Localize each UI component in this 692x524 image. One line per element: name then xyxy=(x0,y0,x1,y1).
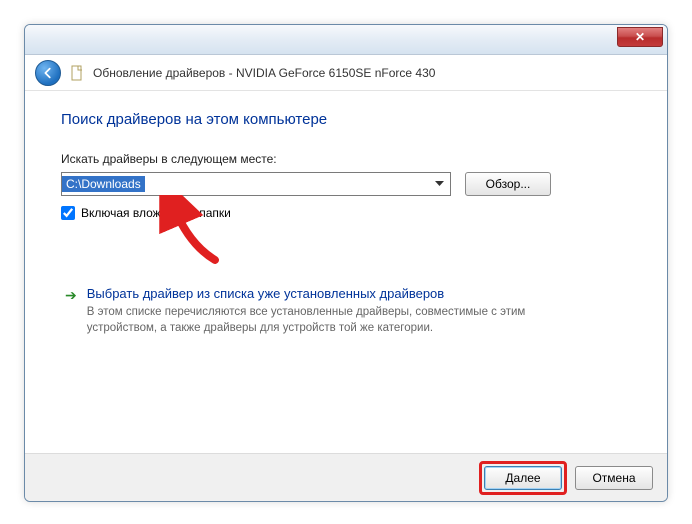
driver-update-window: ✕ Обновление драйверов - NVIDIA GeForce … xyxy=(24,24,668,502)
content-area: Поиск драйверов на этом компьютере Искат… xyxy=(25,91,667,453)
include-subfolders-row[interactable]: Включая вложенные папки xyxy=(61,206,631,220)
header-row: Обновление драйверов - NVIDIA GeForce 61… xyxy=(25,55,667,91)
pick-option-desc: В этом списке перечисляются все установл… xyxy=(87,304,577,336)
close-icon: ✕ xyxy=(635,30,645,44)
path-label: Искать драйверы в следующем месте: xyxy=(61,152,631,166)
back-arrow-icon xyxy=(41,66,55,80)
window-title: Обновление драйверов - NVIDIA GeForce 61… xyxy=(93,66,435,80)
driver-path-input[interactable]: C:\Downloads xyxy=(61,172,451,196)
close-button[interactable]: ✕ xyxy=(617,27,663,47)
cancel-button[interactable]: Отмена xyxy=(575,466,653,490)
annotation-highlight: Далее xyxy=(479,461,567,495)
back-button[interactable] xyxy=(35,60,61,86)
include-subfolders-label: Включая вложенные папки xyxy=(81,206,231,220)
path-value: C:\Downloads xyxy=(62,176,145,192)
arrow-right-icon: ➔ xyxy=(65,287,77,336)
page-heading: Поиск драйверов на этом компьютере xyxy=(61,111,631,128)
titlebar: ✕ xyxy=(25,25,667,55)
browse-button[interactable]: Обзор... xyxy=(465,172,551,196)
next-button[interactable]: Далее xyxy=(484,466,562,490)
document-icon xyxy=(69,65,85,81)
footer: Далее Отмена xyxy=(25,453,667,501)
chevron-down-icon xyxy=(435,181,444,187)
pick-from-list-option[interactable]: ➔ Выбрать драйвер из списка уже установл… xyxy=(61,280,631,342)
pick-option-title: Выбрать драйвер из списка уже установлен… xyxy=(87,286,577,301)
include-subfolders-checkbox[interactable] xyxy=(61,206,75,220)
